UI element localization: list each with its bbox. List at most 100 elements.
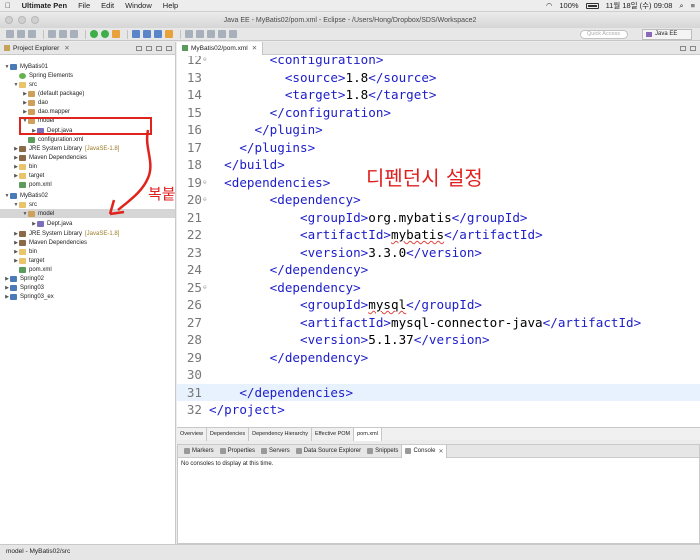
quick-access-input[interactable]: Quick Access xyxy=(580,30,628,39)
pom-tab-pom-xml[interactable]: pom.xml xyxy=(354,428,382,441)
code-line[interactable]: 23 <version>3.3.0</version> xyxy=(177,244,700,262)
maximize-view-icon[interactable] xyxy=(166,45,172,51)
pom-tab-dependencies[interactable]: Dependencies xyxy=(207,428,250,441)
close-window-button[interactable] xyxy=(5,16,13,24)
zoom-window-button[interactable] xyxy=(31,16,39,24)
forward-icon[interactable] xyxy=(229,30,237,38)
tree-item-spring03-ex[interactable]: ▶ Spring03_ex xyxy=(4,292,54,301)
tree-item-pom-xml[interactable]: pom.xml xyxy=(13,265,52,274)
menu-window[interactable]: Window xyxy=(125,1,152,10)
open-type-icon[interactable] xyxy=(165,30,173,38)
fold-toggle-icon[interactable]: ⊖ xyxy=(203,56,207,69)
code-line[interactable]: 28 <version>5.1.37</version> xyxy=(177,331,700,349)
back-icon[interactable] xyxy=(218,30,226,38)
tree-item-dao[interactable]: ▶ dao xyxy=(22,98,48,107)
code-line[interactable]: 26 <groupId>mysql</groupId> xyxy=(177,296,700,314)
code-text-area[interactable]: 12 ⊖ <configuration> 13 <source>1.8</sourc… xyxy=(177,56,700,424)
menu-edit[interactable]: Edit xyxy=(101,1,114,10)
tree-item-maven-dependencies[interactable]: ▶ Maven Dependencies xyxy=(13,153,87,162)
code-line[interactable]: 32 </project> xyxy=(177,401,700,419)
minimize-editor-icon[interactable] xyxy=(680,45,686,51)
save-icon[interactable] xyxy=(17,30,25,38)
wifi-icon[interactable]: ◠ xyxy=(546,1,553,10)
battery-icon[interactable] xyxy=(585,2,599,9)
tab-console[interactable]: Console ✕ xyxy=(401,444,448,458)
code-line[interactable]: 31 </dependencies> xyxy=(177,383,700,401)
maximize-editor-icon[interactable] xyxy=(690,45,696,51)
save-all-icon[interactable] xyxy=(28,30,36,38)
tab-snippets[interactable]: Snippets xyxy=(364,445,401,458)
code-line[interactable]: 21 <groupId>org.mybatis</groupId> xyxy=(177,209,700,227)
tab-properties[interactable]: Properties xyxy=(217,445,258,458)
code-line[interactable]: 16 </plugin> xyxy=(177,121,700,139)
publish-icon[interactable] xyxy=(70,30,78,38)
code-line[interactable]: 15 </configuration> xyxy=(177,104,700,122)
new-java-project-icon[interactable] xyxy=(132,30,140,38)
apple-icon[interactable]:  xyxy=(5,1,11,10)
close-icon[interactable]: ✕ xyxy=(64,44,69,52)
notification-center-icon[interactable]: ≡ xyxy=(691,1,695,10)
pom-tab-overview[interactable]: Overview xyxy=(177,428,207,441)
search-icon[interactable] xyxy=(185,30,193,38)
tree-item-dao-mapper[interactable]: ▶ dao.mapper xyxy=(22,107,70,116)
new-package-icon[interactable] xyxy=(143,30,151,38)
code-line[interactable]: 25 ⊖ <dependency> xyxy=(177,279,700,297)
minimize-window-button[interactable] xyxy=(18,16,26,24)
tree-item-mybatis01[interactable]: ▼ MyBatis01 xyxy=(4,62,48,71)
code-line[interactable]: 30 xyxy=(177,366,700,384)
tree-item-configuration-xml[interactable]: configuration.xml xyxy=(22,135,83,144)
editor-tab-pom-xml[interactable]: MyBatis02/pom.xml ✕ xyxy=(177,41,264,55)
fold-toggle-icon[interactable]: ⊖ xyxy=(203,174,207,192)
tree-item-spring-elements[interactable]: Spring Elements xyxy=(13,71,73,80)
menu-file[interactable]: File xyxy=(78,1,90,10)
code-line[interactable]: 22 <artifactId>mybatis</artifactId> xyxy=(177,226,700,244)
tab-data-source-explorer[interactable]: Data Source Explorer xyxy=(293,445,364,458)
tree-item-spring02[interactable]: ▶ Spring02 xyxy=(4,274,44,283)
pom-tab-dependency-hierarchy[interactable]: Dependency Hierarchy xyxy=(249,428,313,441)
code-line[interactable]: 14 <target>1.8</target> xyxy=(177,86,700,104)
fold-toggle-icon[interactable]: ⊖ xyxy=(203,191,207,209)
print-icon[interactable] xyxy=(48,30,56,38)
tree-item-pom-xml[interactable]: pom.xml xyxy=(13,180,52,189)
run-icon[interactable] xyxy=(101,30,109,38)
new-class-icon[interactable] xyxy=(154,30,162,38)
tree-item-maven-dependencies[interactable]: ▶ Maven Dependencies xyxy=(13,238,87,247)
tree-item-src[interactable]: ▼ src xyxy=(13,80,37,89)
pom-tab-effective-pom[interactable]: Effective POM xyxy=(312,428,355,441)
server-icon[interactable] xyxy=(59,30,67,38)
code-line[interactable]: 17 </plugins> xyxy=(177,139,700,157)
menubar-datetime[interactable]: 11월 18일 (수) 09:08 xyxy=(606,0,673,11)
code-line[interactable]: 29 </dependency> xyxy=(177,349,700,367)
spotlight-icon[interactable]: ⌕ xyxy=(679,1,683,11)
tree-item-bin[interactable]: ▶ bin xyxy=(13,162,37,171)
tab-markers[interactable]: Markers xyxy=(181,445,217,458)
code-line[interactable]: 12 ⊖ <configuration> xyxy=(177,56,700,69)
menu-help[interactable]: Help xyxy=(163,1,178,10)
close-tab-icon[interactable]: ✕ xyxy=(438,448,443,455)
tree-item-target[interactable]: ▶ target xyxy=(13,171,44,180)
minimize-view-icon[interactable] xyxy=(156,45,162,51)
project-explorer-tab[interactable]: Project Explorer ✕ xyxy=(0,42,175,55)
tree-item-mybatis02[interactable]: ▼ MyBatis02 xyxy=(4,191,48,200)
tree-item-src[interactable]: ▼ src xyxy=(13,200,37,209)
external-tools-icon[interactable] xyxy=(112,30,120,38)
tree-item-default-package[interactable]: ▶ (default package) xyxy=(22,89,84,98)
collapse-all-icon[interactable] xyxy=(136,45,142,51)
tree-item-target[interactable]: ▶ target xyxy=(13,256,44,265)
new-icon[interactable] xyxy=(6,30,14,38)
perspective-java-ee-button[interactable]: Java EE xyxy=(642,29,692,40)
annotation-prev-icon[interactable] xyxy=(207,30,215,38)
annotation-next-icon[interactable] xyxy=(196,30,204,38)
close-tab-icon[interactable]: ✕ xyxy=(252,44,257,52)
tree-item-spring03[interactable]: ▶ Spring03 xyxy=(4,283,44,292)
tree-item-jre-system-library[interactable]: ▶ JRE System Library [JavaSE-1.8] xyxy=(13,229,119,238)
debug-icon[interactable] xyxy=(90,30,98,38)
code-line[interactable]: 20 ⊖ <dependency> xyxy=(177,191,700,209)
tab-servers[interactable]: Servers xyxy=(258,445,293,458)
menu-app-name[interactable]: Ultimate Pen xyxy=(22,1,67,10)
fold-toggle-icon[interactable]: ⊖ xyxy=(203,279,207,297)
link-editor-icon[interactable] xyxy=(146,45,152,51)
tree-item-bin[interactable]: ▶ bin xyxy=(13,247,37,256)
code-line[interactable]: 27 <artifactId>mysql-connector-java</art… xyxy=(177,314,700,332)
code-line[interactable]: 24 </dependency> xyxy=(177,261,700,279)
